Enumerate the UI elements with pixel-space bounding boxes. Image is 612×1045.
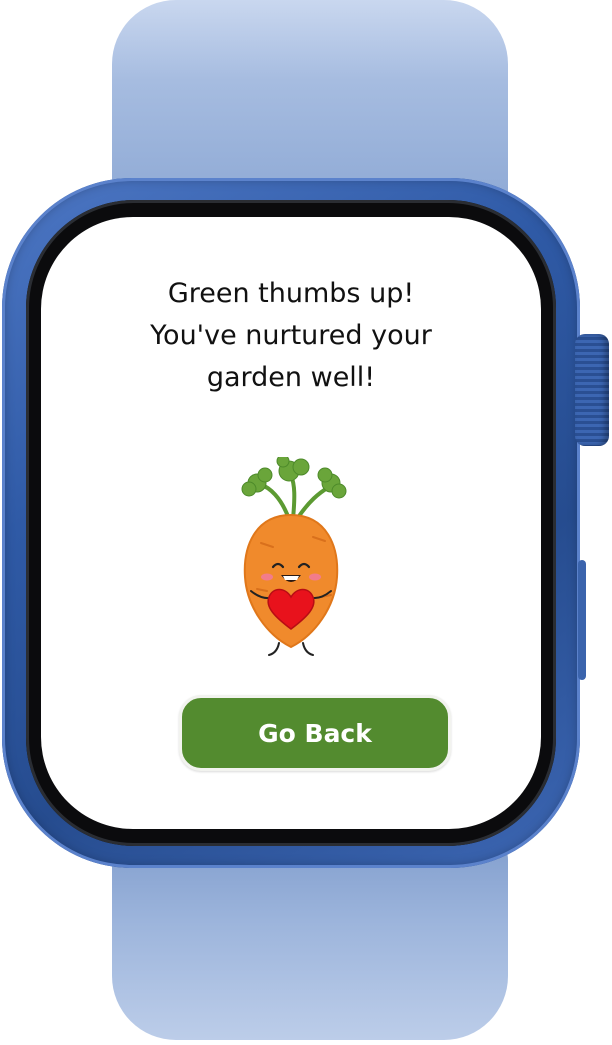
message-line-1: Green thumbs up! xyxy=(167,278,415,309)
watch-bezel: Green thumbs up! You've nurtured your ga… xyxy=(26,200,556,846)
go-back-button[interactable]: Go Back xyxy=(179,695,451,771)
watch-case: Green thumbs up! You've nurtured your ga… xyxy=(2,178,580,868)
message-line-2: You've nurtured your xyxy=(150,320,432,351)
side-button xyxy=(578,560,586,680)
congrats-message: Green thumbs up! You've nurtured your ga… xyxy=(61,273,521,399)
watch-screen: Green thumbs up! You've nurtured your ga… xyxy=(41,217,541,829)
carrot-holding-heart-icon xyxy=(241,457,347,656)
carrot-leaves xyxy=(241,457,347,521)
digital-crown xyxy=(575,334,609,446)
message-line-3: garden well! xyxy=(206,362,376,393)
watch-mockup: Green thumbs up! You've nurtured your ga… xyxy=(0,0,612,1045)
